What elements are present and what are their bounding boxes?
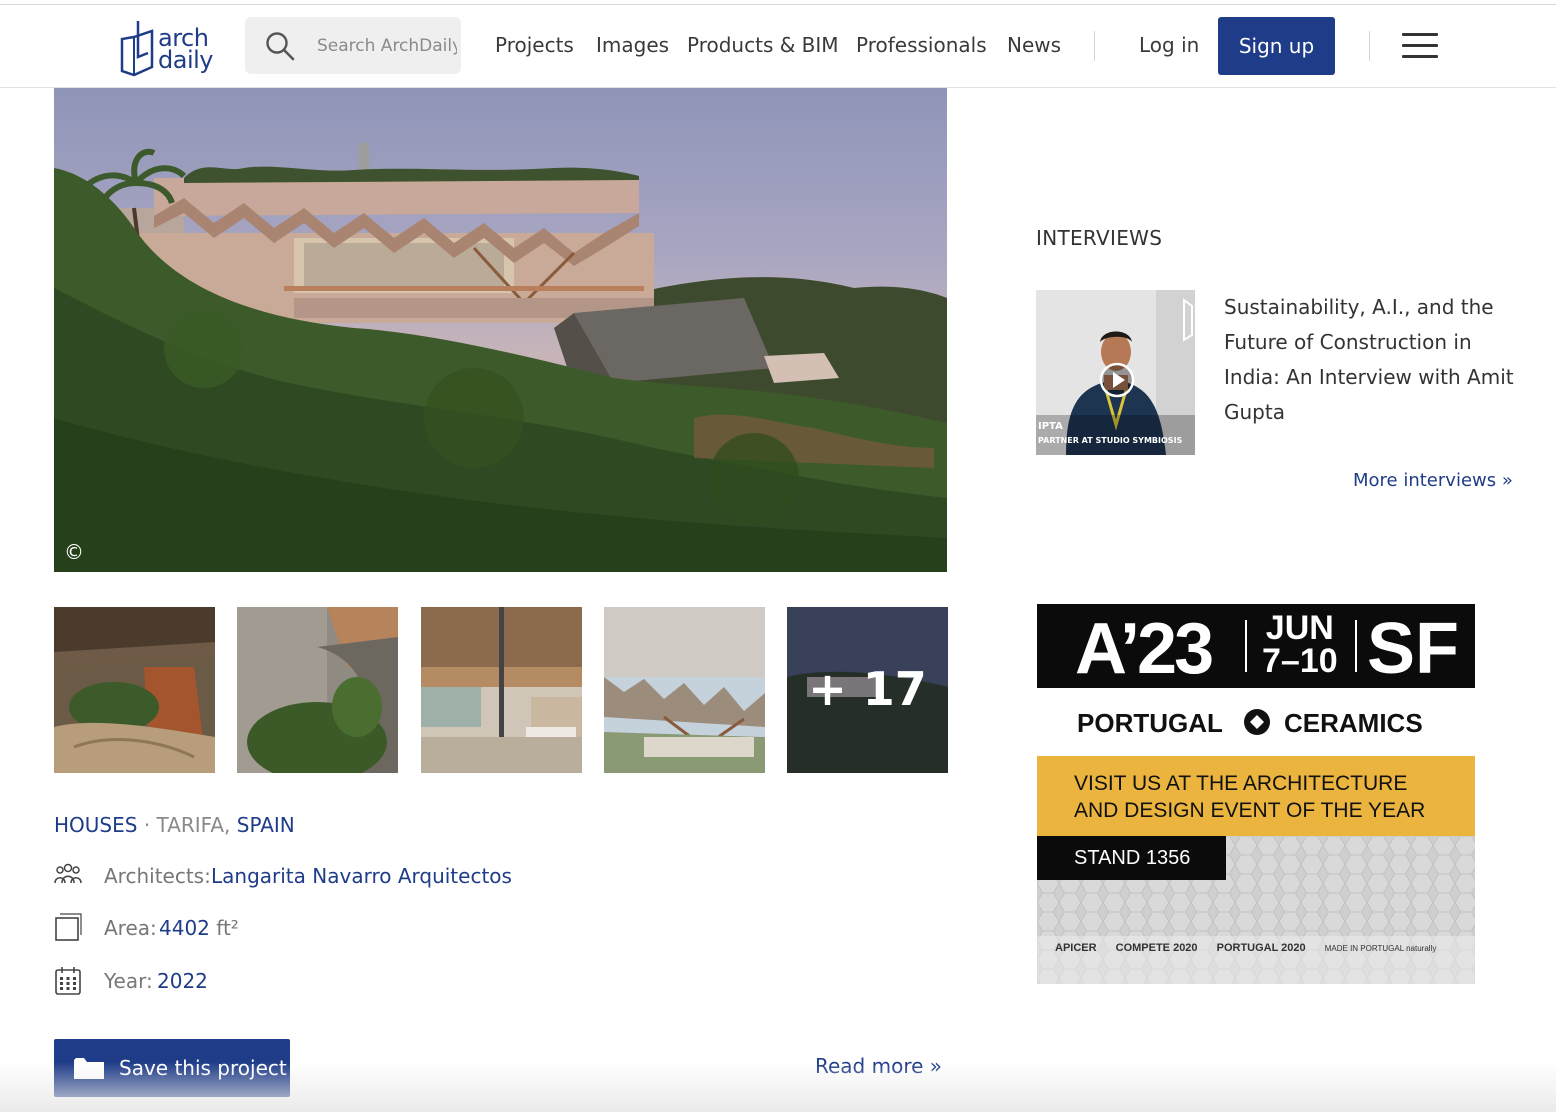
tag-separator: · [143,813,151,837]
area-row: Area: 4402 ft² [54,913,314,943]
project-tags: HOUSES · TARIFA, SPAIN [54,811,295,839]
area-label: Area: [104,916,157,940]
more-images-count: + 17 [808,662,927,716]
logo-mark-icon [120,21,154,77]
interview-caption-role: PARTNER AT STUDIO SYMBIOSIS [1038,436,1183,445]
nav-news[interactable]: News [1007,17,1061,74]
ad-visit-line-1: VISIT US AT THE ARCHITECTURE [1074,772,1408,795]
sponsor-logo: MADE IN PORTUGAL naturally [1324,944,1437,953]
ad-visit-bar: VISIT US AT THE ARCHITECTURE AND DESIGN … [1037,756,1475,836]
ad-header-bar: A’23 JUN 7–10 SF [1037,604,1475,689]
people-icon [54,863,82,884]
interview-title-link[interactable]: Sustainability, A.I., and the Future of … [1224,290,1514,430]
hero-house-illustration [54,143,947,572]
year-row: Year: 2022 [54,966,314,996]
ad-visit-line-2: AND DESIGN EVENT OF THE YEAR [1074,799,1426,822]
play-icon[interactable] [1099,362,1135,398]
search-icon[interactable] [265,31,295,61]
save-project-label: Save this project [119,1056,287,1080]
ad-brand-right: CERAMICS [1284,708,1423,738]
country-link[interactable]: SPAIN [237,813,295,837]
architects-row: Architects: Langarita Navarro Arquitecto… [54,861,514,891]
year-label: Year: [104,969,153,993]
interviews-heading: INTERVIEWS [1036,226,1163,250]
area-icon [55,913,82,941]
calendar-icon [55,967,81,995]
category-link[interactable]: HOUSES [54,813,137,837]
header-divider [1369,31,1370,61]
search-input[interactable] [317,17,457,74]
sponsor-logo: APICER [1055,942,1097,954]
save-project-button[interactable]: Save this project [54,1039,290,1097]
advertisement-banner[interactable]: A’23 JUN 7–10 SF PORTUGAL CERAMICS VISIT… [1037,604,1475,984]
nav-products-bim[interactable]: Products & BIM [687,17,839,74]
search-box[interactable] [245,17,461,74]
sponsor-logo: PORTUGAL 2020 [1216,942,1306,954]
archdaily-logo[interactable]: arch daily [118,17,218,79]
city-label: TARIFA, [156,813,231,837]
gallery-thumbnail[interactable] [421,607,582,773]
gallery-thumbnail[interactable] [237,607,398,773]
ad-stand-label: STAND 1356 [1037,836,1226,880]
architects-label: Architects: [104,864,211,888]
sponsor-logo: COMPETE 2020 [1115,942,1198,954]
gallery-thumbnail[interactable] [604,607,765,773]
logo-wordmark: arch daily [158,26,213,74]
hamburger-menu-icon[interactable] [1402,33,1438,59]
read-more-link[interactable]: Read more » [815,1054,942,1078]
login-link[interactable]: Log in [1139,17,1199,74]
logo-line-2: daily [158,46,213,74]
year-link[interactable]: 2022 [157,966,208,996]
header-divider [1094,31,1095,61]
gallery-more-thumbnail[interactable]: + 17 [787,607,948,773]
area-unit: ft² [216,916,239,940]
interview-caption-name: IPTA [1038,421,1063,432]
ad-event-name: A’23 [1075,609,1214,689]
more-interviews-link[interactable]: More interviews » [1353,470,1513,491]
nav-professionals[interactable]: Professionals [856,17,987,74]
ad-sponsor-logos: APICER COMPETE 2020 PORTUGAL 2020 MADE I… [1055,942,1452,954]
hero-image[interactable]: © [54,88,947,572]
gallery-thumbnail[interactable] [54,607,215,773]
ad-month: JUN [1265,609,1334,647]
nav-images[interactable]: Images [596,17,669,74]
ad-days: 7–10 [1262,642,1338,680]
architects-link[interactable]: Langarita Navarro Arquitectos [211,861,512,891]
nav-projects[interactable]: Projects [495,17,574,74]
ad-brand-bar: PORTUGAL CERAMICS [1037,688,1475,756]
ad-brand-left: PORTUGAL [1077,708,1223,738]
area-value: 4402 [159,916,210,940]
site-header: arch daily Projects Images Products & BI… [0,5,1556,88]
copyright-icon[interactable]: © [64,540,84,564]
diamond-logo-icon [1244,709,1270,735]
interview-video-thumbnail[interactable]: IPTA PARTNER AT STUDIO SYMBIOSIS [1036,290,1195,455]
folder-icon [74,1058,104,1079]
signup-button[interactable]: Sign up [1218,17,1335,75]
ad-city: SF [1367,609,1460,689]
